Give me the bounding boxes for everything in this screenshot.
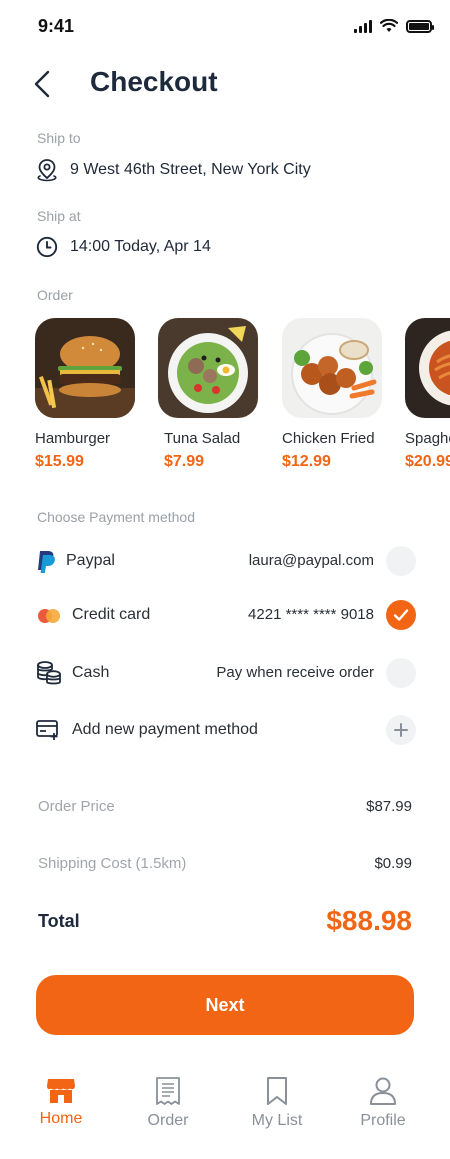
payment-name: Credit card bbox=[72, 606, 151, 623]
add-payment-label: Add new payment method bbox=[72, 721, 258, 738]
total-label: Total bbox=[38, 910, 80, 931]
bookmark-icon bbox=[267, 1077, 287, 1105]
nav-order[interactable]: Order bbox=[123, 1076, 213, 1130]
receipt-icon bbox=[156, 1077, 180, 1105]
tuna-salad-image bbox=[158, 318, 258, 418]
food-name: Hamburger bbox=[35, 430, 111, 447]
shipping-cost-label: Shipping Cost (1.5km) bbox=[38, 855, 187, 872]
paypal-radio[interactable] bbox=[386, 546, 416, 576]
food-name: Tuna Salad bbox=[164, 430, 241, 447]
total-value: $88.98 bbox=[326, 905, 412, 936]
nav-label: My List bbox=[251, 1112, 303, 1129]
order-item[interactable]: Spaghetti $20.99 bbox=[405, 318, 450, 470]
add-payment-method[interactable]: Add new payment method bbox=[36, 715, 416, 747]
food-price: $12.99 bbox=[282, 453, 331, 470]
ship-to-address: 9 West 46th Street, New York City bbox=[70, 161, 311, 178]
credit-card-radio[interactable] bbox=[386, 600, 416, 630]
payment-option-paypal[interactable]: Paypal laura@paypal.com bbox=[36, 546, 416, 578]
user-icon bbox=[370, 1077, 396, 1105]
payment-option-cash[interactable]: Cash Pay when receive order bbox=[36, 658, 416, 690]
store-icon bbox=[47, 1079, 75, 1103]
next-button[interactable]: Next bbox=[36, 975, 414, 1035]
spaghetti-image bbox=[405, 318, 450, 418]
battery-icon bbox=[406, 19, 434, 33]
order-price-label: Order Price bbox=[38, 798, 115, 815]
plus-icon bbox=[394, 723, 408, 737]
order-item[interactable]: Hamburger $15.99 bbox=[35, 318, 135, 470]
payment-label: Choose Payment method bbox=[37, 509, 195, 525]
food-price: $15.99 bbox=[35, 453, 84, 470]
credit-card-icon bbox=[38, 609, 60, 623]
order-list[interactable]: Hamburger $15.99 Tuna Salad $7.99 Chicke… bbox=[35, 318, 450, 478]
ship-at-time: 14:00 Today, Apr 14 bbox=[70, 238, 211, 255]
add-payment-button[interactable] bbox=[386, 715, 416, 745]
order-label: Order bbox=[37, 287, 73, 303]
hamburger-image bbox=[35, 318, 135, 418]
ship-to-row[interactable]: 9 West 46th Street, New York City bbox=[36, 158, 311, 182]
ship-at-row[interactable]: 14:00 Today, Apr 14 bbox=[36, 236, 211, 258]
order-item[interactable]: Chicken Fried $12.99 bbox=[282, 318, 382, 470]
shipping-cost-value: $0.99 bbox=[374, 855, 412, 872]
location-pin-icon bbox=[37, 159, 57, 182]
paypal-icon bbox=[38, 551, 55, 573]
bottom-nav: Home Order My List Profile bbox=[0, 1068, 450, 1148]
order-price-value: $87.99 bbox=[366, 798, 412, 815]
clock-icon bbox=[36, 236, 58, 258]
payment-detail: 4221 **** **** 9018 bbox=[248, 606, 374, 623]
food-price: $20.99 bbox=[405, 453, 450, 470]
chicken-fried-image bbox=[282, 318, 382, 418]
cash-icon bbox=[37, 661, 61, 685]
add-card-icon bbox=[36, 720, 58, 740]
food-name: Chicken Fried bbox=[282, 430, 375, 447]
status-time: 9:41 bbox=[38, 16, 75, 36]
status-bar: 9:41 bbox=[0, 0, 450, 56]
food-price: $7.99 bbox=[164, 453, 205, 470]
payment-name: Paypal bbox=[66, 552, 115, 569]
order-item[interactable]: Tuna Salad $7.99 bbox=[158, 318, 258, 470]
nav-home[interactable]: Home bbox=[16, 1076, 106, 1128]
order-price-row: Order Price $87.99 bbox=[38, 798, 412, 815]
status-icons bbox=[354, 19, 434, 33]
cash-radio[interactable] bbox=[386, 658, 416, 688]
nav-profile[interactable]: Profile bbox=[338, 1076, 428, 1130]
nav-label: Profile bbox=[360, 1112, 406, 1129]
payment-option-credit-card[interactable]: Credit card 4221 **** **** 9018 bbox=[36, 600, 416, 632]
nav-label: Home bbox=[39, 1110, 83, 1127]
total-row: Total $88.98 bbox=[38, 905, 412, 937]
wifi-icon bbox=[380, 19, 398, 32]
header: Checkout bbox=[0, 60, 450, 110]
shipping-cost-row: Shipping Cost (1.5km) $0.99 bbox=[38, 855, 412, 872]
payment-detail: Pay when receive order bbox=[216, 664, 374, 681]
payment-detail: laura@paypal.com bbox=[248, 552, 374, 569]
nav-my-list[interactable]: My List bbox=[232, 1076, 322, 1130]
checkmark-icon bbox=[393, 609, 409, 621]
payment-name: Cash bbox=[72, 664, 110, 681]
back-button[interactable] bbox=[28, 68, 56, 100]
ship-to-label: Ship to bbox=[37, 130, 81, 146]
ship-at-label: Ship at bbox=[37, 208, 81, 224]
food-name: Spaghetti bbox=[405, 430, 450, 447]
nav-label: Order bbox=[147, 1112, 189, 1129]
signal-icon bbox=[354, 19, 372, 33]
page-title: Checkout bbox=[90, 66, 218, 97]
